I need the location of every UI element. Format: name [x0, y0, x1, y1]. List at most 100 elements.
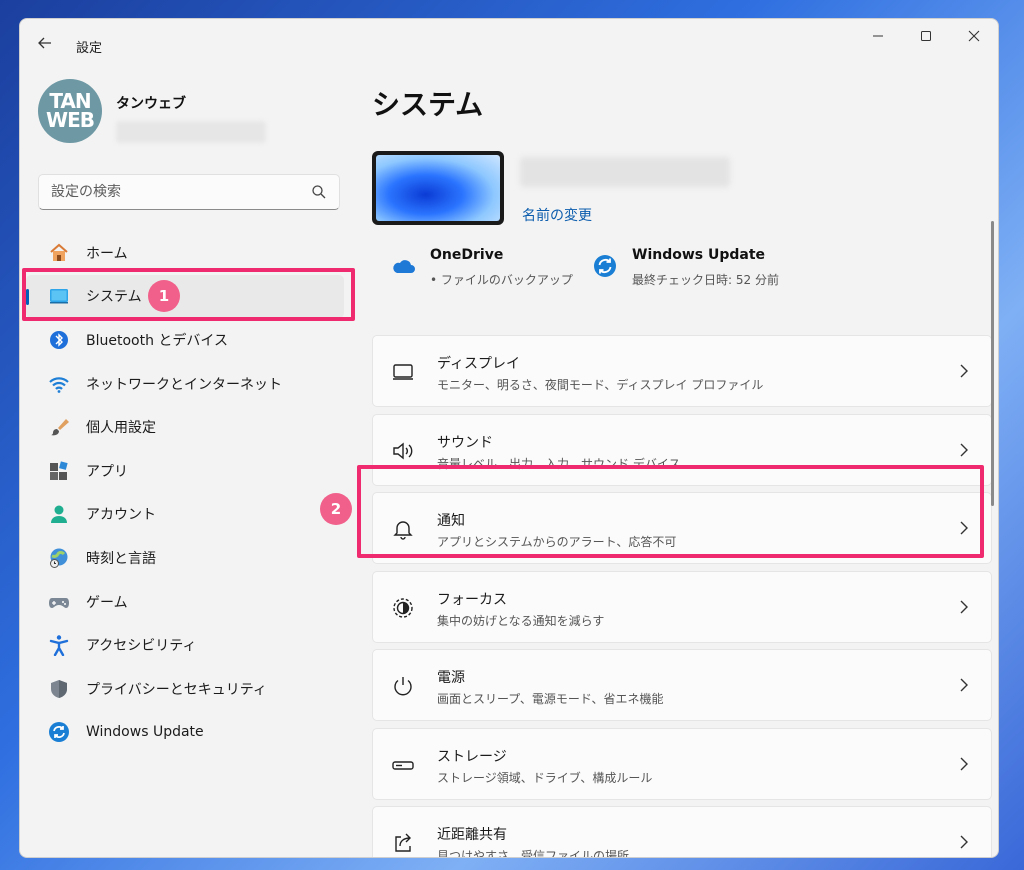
- step-marker-2: 2: [320, 493, 352, 525]
- sidebar-item-apps[interactable]: アプリ: [26, 449, 344, 493]
- sidebar-item-label: アプリ: [86, 463, 128, 480]
- search-input[interactable]: [39, 175, 309, 209]
- display-icon: [393, 364, 413, 380]
- onedrive-card[interactable]: OneDrive • ファイルのバックアップ: [390, 247, 573, 303]
- sidebar-item-label: Windows Update: [86, 724, 204, 741]
- window-controls: [854, 19, 998, 53]
- setting-storage[interactable]: ストレージ ストレージ領域、ドライブ、構成ルール: [372, 727, 992, 800]
- sidebar-item-label: プライバシーとセキュリティ: [86, 681, 267, 698]
- sidebar: TAN WEB タンウェブ ホーム システム Bluetooth とデバイス: [20, 71, 360, 857]
- back-button[interactable]: [34, 35, 56, 57]
- home-icon: [50, 243, 68, 261]
- update-status-icon: [594, 255, 616, 277]
- sidebar-item-windows-update[interactable]: Windows Update: [26, 711, 344, 755]
- shield-icon: [51, 679, 67, 698]
- sidebar-item-privacy-security[interactable]: プライバシーとセキュリティ: [26, 667, 344, 711]
- brush-icon: [51, 419, 69, 436]
- accessibility-icon: [49, 635, 69, 657]
- sidebar-item-account[interactable]: アカウント: [26, 493, 344, 537]
- minimize-button[interactable]: [854, 19, 902, 53]
- minimize-icon: [873, 35, 883, 37]
- onedrive-status: • ファイルのバックアップ: [430, 273, 573, 287]
- close-button[interactable]: [950, 19, 998, 53]
- onedrive-title: OneDrive: [430, 247, 504, 263]
- profile-email-redacted: [116, 121, 266, 143]
- setting-power[interactable]: 電源 画面とスリープ、電源モード、省エネ機能: [372, 649, 992, 721]
- share-icon: [395, 833, 411, 852]
- close-icon: [968, 30, 980, 42]
- onedrive-cloud-icon: [393, 260, 415, 273]
- setting-title: ストレージ: [437, 748, 507, 765]
- device-name-redacted: [520, 157, 730, 187]
- chevron-right-icon: [960, 364, 968, 378]
- setting-title: 近距離共有: [437, 827, 507, 843]
- maximize-button[interactable]: [902, 19, 950, 53]
- setting-display[interactable]: ディスプレイ モニター、明るさ、夜間モード、ディスプレイ プロファイル: [372, 335, 992, 407]
- setting-nearby-sharing[interactable]: 近距離共有 見つけやすさ、受信ファイルの場所: [372, 806, 992, 858]
- sidebar-item-network[interactable]: ネットワークとインターネット: [26, 362, 344, 406]
- title-bar: 設定: [20, 19, 998, 71]
- scrollbar[interactable]: [991, 221, 994, 506]
- setting-focus[interactable]: フォーカス 集中の妨げとなる通知を減らす: [372, 570, 992, 643]
- sidebar-item-label: アクセシビリティ: [86, 638, 197, 655]
- window-title: 設定: [76, 41, 103, 56]
- sidebar-item-label: ホーム: [86, 245, 128, 262]
- settings-window: 設定 TAN WEB タンウェブ 設定の検索 ホーム システム Bluetoot…: [19, 18, 999, 858]
- rename-link[interactable]: 名前の変更: [522, 205, 592, 225]
- account-icon: [51, 505, 67, 524]
- setting-subtitle: モニター、明るさ、夜間モード、ディスプレイ プロファイル: [437, 378, 764, 392]
- bluetooth-icon: [50, 330, 68, 349]
- step-marker-1: 1: [148, 280, 180, 312]
- setting-subtitle: 見つけやすさ、受信ファイルの場所: [437, 849, 630, 858]
- time-language-icon: [50, 548, 68, 568]
- update-icon: [49, 722, 69, 743]
- sidebar-item-personalization[interactable]: 個人用設定: [26, 405, 344, 449]
- setting-title: 電源: [437, 670, 465, 686]
- sidebar-item-accessibility[interactable]: アクセシビリティ: [26, 623, 344, 667]
- wallpaper-image: [376, 155, 500, 221]
- search-box: [38, 174, 340, 210]
- back-arrow-icon: [38, 37, 51, 49]
- gamepad-icon: [49, 597, 69, 608]
- page-title: システム: [372, 88, 484, 121]
- windows-update-card[interactable]: Windows Update 最終チェック日時: 52 分前: [592, 247, 792, 303]
- sidebar-item-label: ネットワークとインターネット: [86, 376, 282, 393]
- chevron-right-icon: [960, 678, 968, 692]
- storage-icon: [392, 760, 414, 770]
- sidebar-item-label: ゲーム: [86, 594, 128, 611]
- sidebar-item-label: Bluetooth とデバイス: [86, 332, 228, 349]
- maximize-icon: [921, 31, 931, 41]
- highlight-box-notifications: [357, 465, 984, 558]
- chevron-right-icon: [960, 757, 968, 770]
- apps-icon: [50, 461, 68, 480]
- sidebar-item-bluetooth[interactable]: Bluetooth とデバイス: [26, 318, 344, 362]
- power-icon: [394, 677, 412, 696]
- focus-icon: [393, 597, 413, 618]
- windows-update-title: Windows Update: [632, 247, 766, 263]
- settings-list: ディスプレイ モニター、明るさ、夜間モード、ディスプレイ プロファイル サウンド…: [372, 335, 992, 858]
- user-profile[interactable]: TAN WEB タンウェブ: [38, 79, 358, 147]
- setting-title: ディスプレイ: [437, 356, 521, 372]
- sidebar-item-label: 個人用設定: [86, 420, 156, 437]
- search-icon[interactable]: [311, 184, 327, 200]
- sidebar-item-label: 時刻と言語: [86, 550, 156, 567]
- avatar: TAN WEB: [38, 79, 102, 143]
- avatar-text-bottom: WEB: [46, 108, 95, 132]
- chevron-right-icon: [960, 443, 968, 456]
- highlight-box-system: [22, 268, 355, 321]
- setting-subtitle: ストレージ領域、ドライブ、構成ルール: [437, 770, 653, 785]
- device-thumbnail: [372, 151, 504, 225]
- setting-subtitle: 画面とスリープ、電源モード、省エネ機能: [437, 692, 664, 706]
- main-content: システム 名前の変更 OneDrive • ファイルのバックアップ Window…: [372, 71, 998, 857]
- sidebar-item-time-language[interactable]: 時刻と言語: [26, 536, 344, 580]
- wifi-icon: [49, 376, 69, 393]
- windows-update-status: 最終チェック日時: 52 分前: [632, 273, 779, 287]
- chevron-right-icon: [960, 835, 968, 849]
- chevron-right-icon: [960, 600, 968, 613]
- sidebar-item-label: アカウント: [86, 507, 156, 524]
- setting-subtitle: 集中の妨げとなる通知を減らす: [437, 613, 605, 628]
- sidebar-item-gaming[interactable]: ゲーム: [26, 580, 344, 624]
- setting-title: サウンド: [437, 434, 493, 451]
- speaker-icon: [393, 442, 413, 459]
- setting-title: フォーカス: [437, 591, 507, 608]
